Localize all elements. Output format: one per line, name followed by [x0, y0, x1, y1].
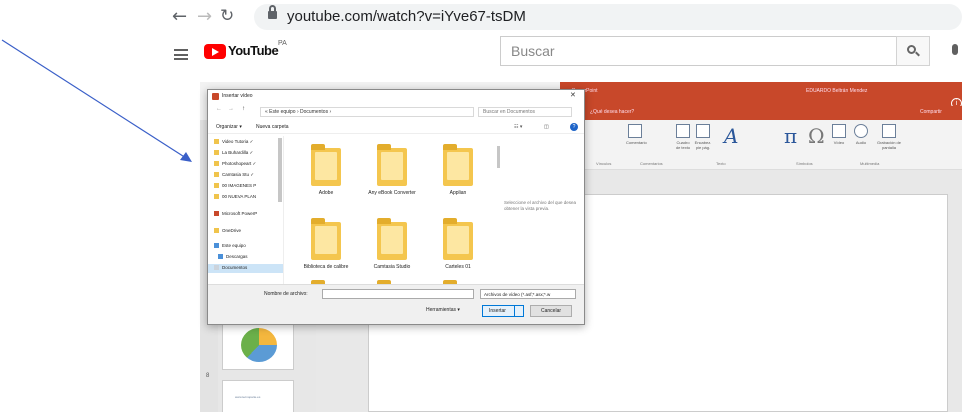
- annotation-arrow: [1, 39, 192, 162]
- screenshot-root: ← → ↻ youtube.com/watch?v=iYve67-tsDM Yo…: [0, 0, 962, 412]
